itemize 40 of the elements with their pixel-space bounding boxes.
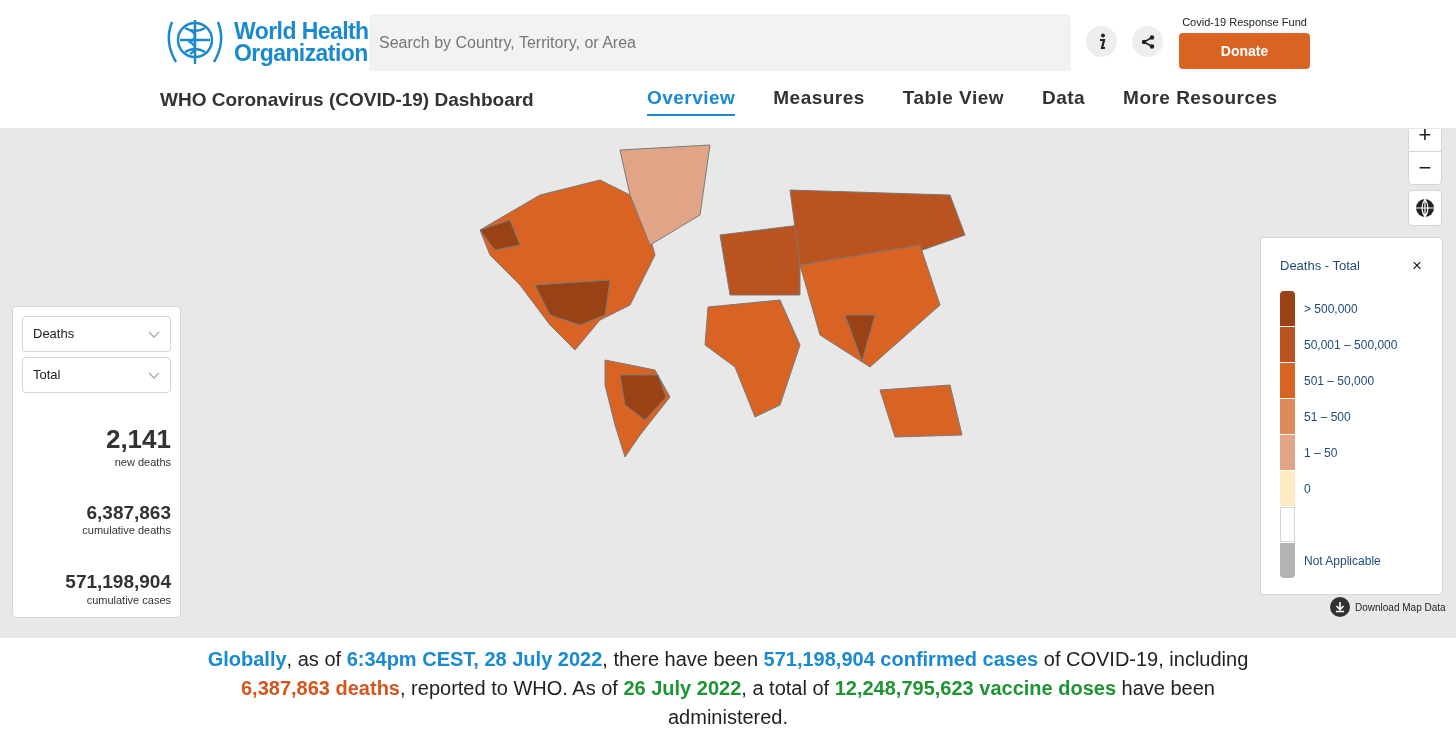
share-icon [1140, 34, 1155, 49]
stat-value: 571,198,904 [65, 570, 171, 594]
legend-label: 51 – 500 [1304, 408, 1351, 426]
nav-tab[interactable]: Table View [902, 84, 1004, 116]
info-button[interactable] [1086, 26, 1117, 57]
stat-value: 2,141 [105, 423, 171, 456]
dashboard-title: WHO Coronavirus (COVID-19) Dashboard [160, 88, 535, 112]
nav-tab[interactable]: Overview [647, 84, 736, 116]
nav-tab[interactable]: Data [1042, 84, 1086, 116]
chevron-down-icon [148, 330, 160, 338]
nav-tab[interactable]: More Resources [1123, 84, 1278, 116]
zoom-in-button[interactable]: + [1409, 129, 1441, 151]
logo-text: World Health [234, 20, 369, 42]
share-button[interactable] [1132, 26, 1163, 57]
legend-label: 1 – 50 [1304, 444, 1338, 462]
legend-label: 501 – 50,000 [1304, 372, 1375, 390]
legend-label: 50,001 – 500,000 [1304, 336, 1398, 354]
stat-value: 6,387,863 [86, 500, 171, 525]
chevron-down-icon [148, 371, 160, 379]
download-button[interactable]: Download Map Data [1330, 597, 1446, 617]
fund-label: Covid-19 Response Fund [1182, 15, 1307, 30]
globe-icon [1415, 198, 1435, 218]
stat-label: cumulative cases [86, 594, 171, 606]
zoom-out-button[interactable]: − [1409, 151, 1441, 184]
legend-label: 0 [1304, 480, 1311, 498]
legend-label: Not Applicable [1304, 552, 1381, 570]
legend-title: Deaths - Total [1280, 257, 1360, 275]
donate-button[interactable]: Donate [1179, 33, 1310, 69]
nav-tab[interactable]: Measures [773, 84, 865, 116]
download-icon [1330, 597, 1350, 617]
dropdown[interactable]: Total [22, 357, 171, 393]
logo-text: Organization [234, 42, 369, 64]
close-button[interactable]: × [1412, 257, 1422, 275]
stat-label: new deaths [114, 455, 171, 468]
search-field[interactable]: Search by Country, Territory, or Area [369, 14, 1071, 71]
dropdown[interactable]: Deaths [22, 316, 171, 352]
summary-text: Globally, as of 6:34pm CEST, 28 July 2022, there have been 571,198,904 confirmed cases of COVID-19, including 6,387,863 deaths, reported to WHO. As of 26 July 2022, a total of 12,248,795,623 vaccine doses have been administered. [206, 647, 1250, 730]
legend-label: > 500,000 [1304, 300, 1358, 318]
stat-label: cumulative deaths [82, 524, 171, 537]
globe-button[interactable] [1408, 190, 1442, 226]
